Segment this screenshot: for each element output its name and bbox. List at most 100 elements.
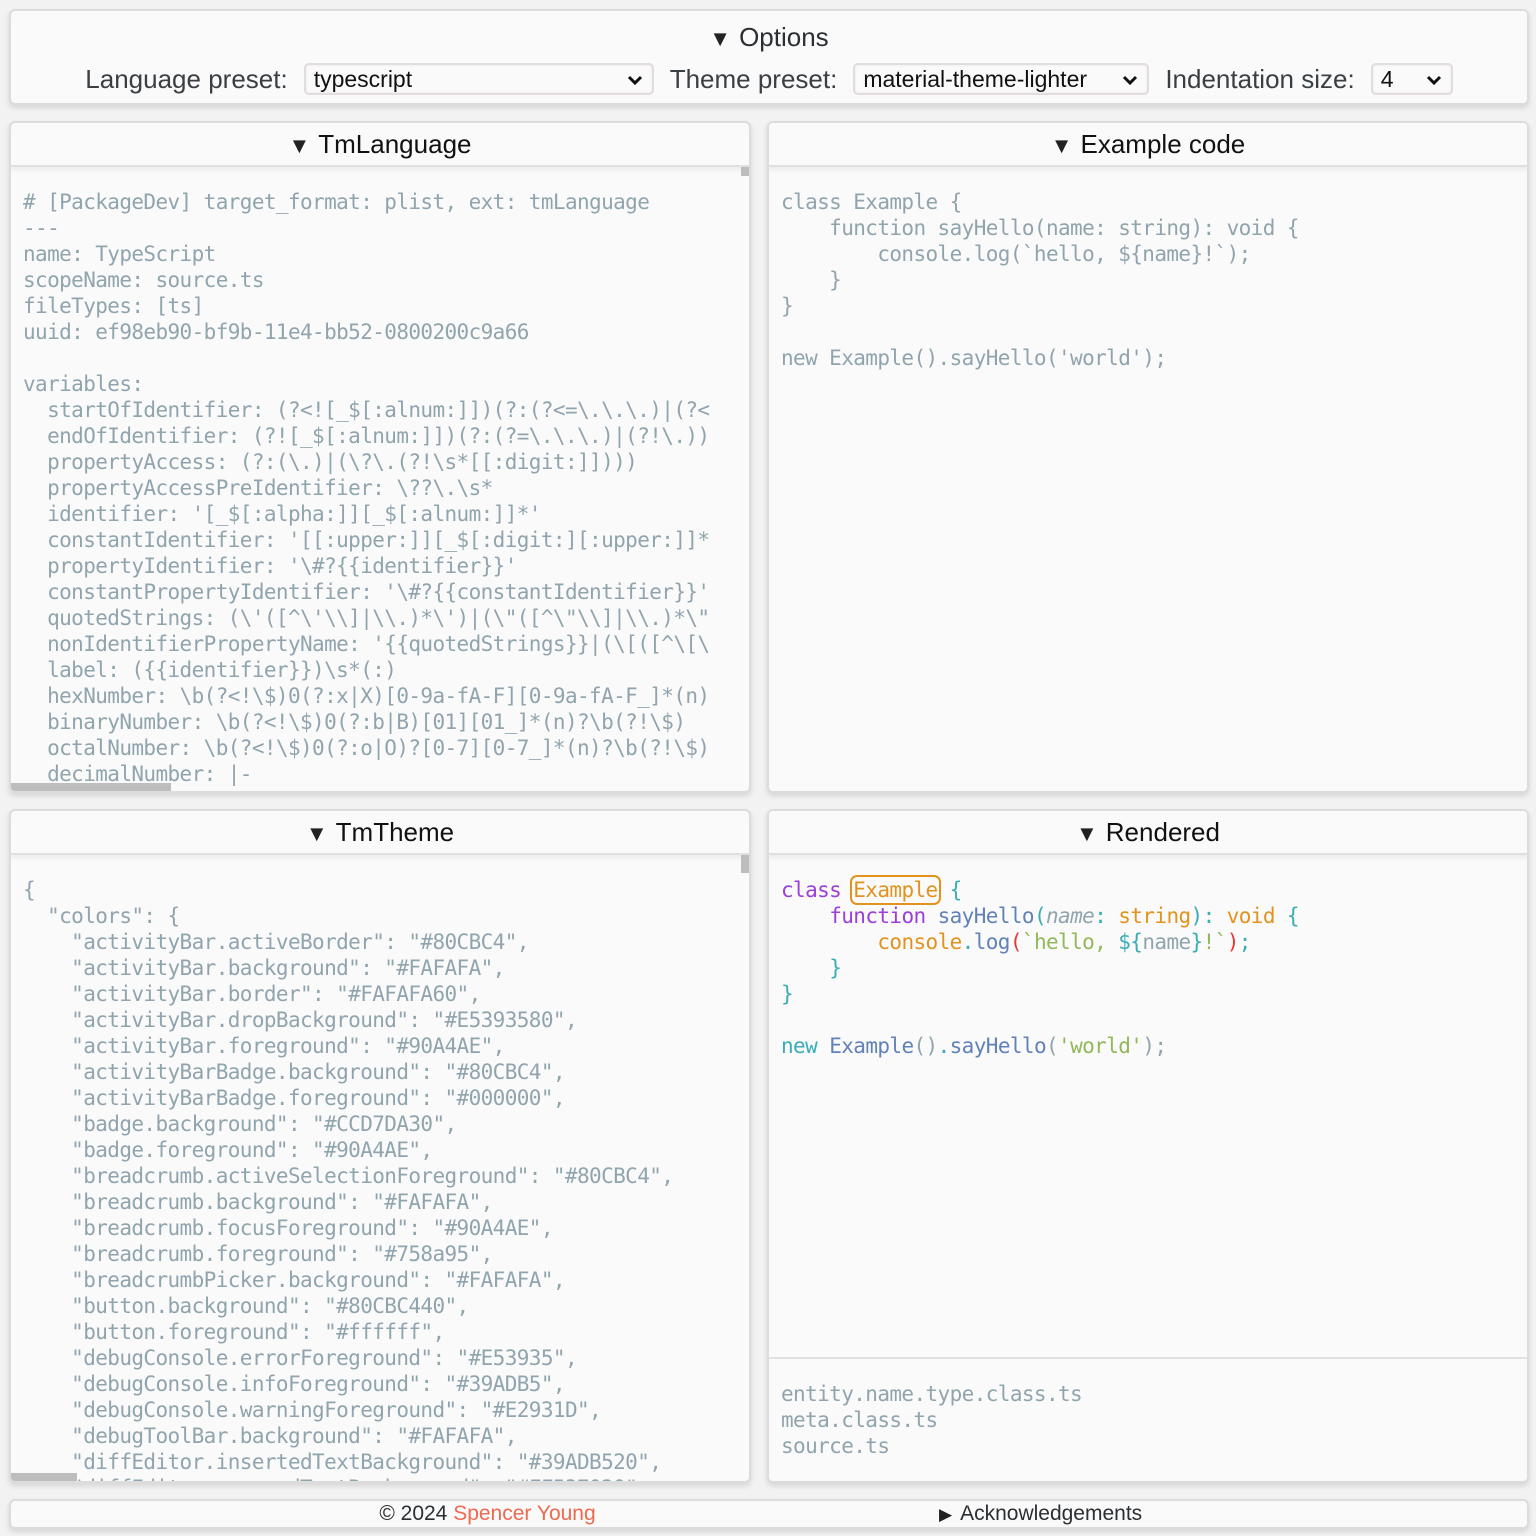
scope-item: entity.name.type.class.ts bbox=[781, 1382, 1083, 1406]
token[interactable]: ); bbox=[1142, 1034, 1167, 1058]
token[interactable]: function bbox=[829, 904, 926, 928]
code-line: variables: bbox=[23, 372, 144, 396]
tmtheme-code[interactable]: { "colors": { "activityBar.activeBorder"… bbox=[11, 855, 749, 1481]
code-line: constantIdentifier: '[[:upper:]][_$[:dig… bbox=[47, 528, 710, 552]
token[interactable]: ): bbox=[1191, 904, 1216, 928]
code-line: { bbox=[23, 878, 36, 902]
chevron-down-icon bbox=[627, 75, 642, 86]
horizontal-scrollbar[interactable] bbox=[11, 783, 171, 791]
token[interactable]: ( bbox=[1046, 1034, 1059, 1058]
token[interactable]: } bbox=[781, 982, 794, 1006]
rendered-toggle[interactable]: ▼ Rendered bbox=[769, 814, 1527, 852]
token[interactable]: . bbox=[938, 1034, 951, 1058]
acknowledgements-label: Acknowledgements bbox=[960, 1502, 1143, 1525]
tmlanguage-editor[interactable]: # [PackageDev] target_format: plist, ext… bbox=[11, 167, 749, 791]
token[interactable]: name bbox=[1142, 930, 1191, 954]
code-line: "colors": { bbox=[47, 904, 180, 928]
tmlanguage-title: TmLanguage bbox=[318, 129, 472, 159]
language-preset-label: Language preset: bbox=[85, 63, 288, 94]
code-line: "activityBar.dropBackground": "#E5393580… bbox=[71, 1008, 577, 1032]
vertical-scrollbar[interactable] bbox=[741, 855, 749, 873]
code-line: "breadcrumb.activeSelectionForeground": … bbox=[71, 1164, 674, 1188]
vertical-scrollbar[interactable] bbox=[741, 167, 749, 176]
code-line: propertyIdentifier: '\#?{{identifier}}' bbox=[47, 554, 517, 578]
token[interactable]: } bbox=[1191, 930, 1204, 954]
footer: © 2024 Spencer Young ▶ Acknowledgements bbox=[9, 1499, 1529, 1529]
code-line: "breadcrumb.foreground": "#758a95", bbox=[71, 1242, 493, 1266]
tmtheme-header: ▼ TmTheme bbox=[11, 811, 749, 855]
indentation-size-select[interactable]: 4 bbox=[1370, 63, 1453, 95]
token[interactable]: } bbox=[829, 956, 842, 980]
code-line: endOfIdentifier: (?![_$[:alnum:]])(?:(?=… bbox=[47, 424, 710, 448]
token[interactable]: ( bbox=[1010, 930, 1023, 954]
chevron-down-icon bbox=[1426, 75, 1441, 86]
language-preset-value: typescript bbox=[313, 66, 413, 92]
token[interactable]: sayHello bbox=[938, 904, 1035, 928]
example-code-toggle[interactable]: ▼ Example code bbox=[769, 126, 1527, 164]
token[interactable]: () bbox=[914, 1034, 939, 1058]
code-line: scopeName: source.ts bbox=[23, 268, 264, 292]
tmlanguage-toggle[interactable]: ▼ TmLanguage bbox=[11, 126, 749, 164]
token[interactable]: console bbox=[877, 930, 962, 954]
options-toggle[interactable]: ▼ Options bbox=[11, 19, 1527, 57]
theme-preset-label: Theme preset: bbox=[669, 63, 838, 94]
token[interactable]: !` bbox=[1203, 930, 1228, 954]
rendered-code[interactable]: class Example { function sayHello(name: … bbox=[769, 855, 1527, 1059]
code-line: quotedStrings: (\'([^\'\\]|\\.)*\')|(\"(… bbox=[47, 606, 710, 630]
copyright-text: © 2024 bbox=[379, 1502, 454, 1525]
code-line: constantPropertyIdentifier: '\#?{{consta… bbox=[47, 580, 710, 604]
collapsed-triangle-icon: ▶ bbox=[939, 1505, 953, 1524]
code-line: "activityBar.activeBorder": "#80CBC4", bbox=[71, 930, 529, 954]
token[interactable]: void bbox=[1227, 904, 1276, 928]
scope-list: entity.name.type.class.ts meta.class.ts … bbox=[769, 1359, 1527, 1459]
tmtheme-editor[interactable]: { "colors": { "activityBar.activeBorder"… bbox=[11, 855, 749, 1481]
token[interactable]: 'world' bbox=[1058, 1034, 1143, 1058]
code-line: "activityBarBadge.background": "#80CBC4"… bbox=[71, 1060, 565, 1084]
code-line: "activityBar.border": "#FAFAFA60", bbox=[71, 982, 481, 1006]
token[interactable]: class bbox=[781, 878, 842, 902]
token[interactable]: sayHello bbox=[950, 1034, 1047, 1058]
token[interactable]: `hello, bbox=[1022, 930, 1118, 954]
acknowledgements-toggle[interactable]: ▶ Acknowledgements bbox=[769, 1502, 1527, 1526]
rendered-title: Rendered bbox=[1105, 817, 1220, 847]
code-line: label: ({{identifier}})\s*(:) bbox=[47, 658, 397, 682]
code-line: } bbox=[781, 294, 794, 318]
token[interactable]: string bbox=[1118, 904, 1191, 928]
token[interactable]: ( bbox=[1034, 904, 1047, 928]
token[interactable]: ) bbox=[1227, 930, 1240, 954]
example-code-text[interactable]: class Example { function sayHello(name: … bbox=[769, 167, 1527, 371]
token[interactable]: { bbox=[950, 878, 963, 902]
expanded-triangle-icon: ▼ bbox=[709, 26, 732, 51]
tmlanguage-code[interactable]: # [PackageDev] target_format: plist, ext… bbox=[11, 167, 749, 791]
code-line: } bbox=[829, 268, 842, 292]
code-line: octalNumber: \b(?<!\$)0(?:o|O)?[0-7][0-7… bbox=[47, 736, 710, 760]
code-line: console.log(`hello, ${name}!`); bbox=[877, 242, 1251, 266]
code-line: startOfIdentifier: (?<![_$[:alnum:]])(?:… bbox=[47, 398, 710, 422]
author-link[interactable]: Spencer Young bbox=[453, 1502, 595, 1525]
code-line: "button.foreground": "#ffffff", bbox=[71, 1320, 445, 1344]
token[interactable]: Example bbox=[829, 1034, 914, 1058]
code-line: "debugConsole.infoForeground": "#39ADB5"… bbox=[71, 1372, 565, 1396]
theme-preset-select[interactable]: material-theme-lighter bbox=[853, 63, 1150, 95]
tmtheme-panel: ▼ TmTheme { "colors": { "activityBar.acti… bbox=[9, 809, 751, 1483]
code-line: new Example().sayHello('world'); bbox=[781, 346, 1167, 370]
rendered-header: ▼ Rendered bbox=[769, 811, 1527, 855]
token[interactable]: new bbox=[781, 1034, 818, 1058]
token[interactable]: ${ bbox=[1118, 930, 1143, 954]
token[interactable]: : bbox=[1094, 904, 1107, 928]
options-row: Language preset: typescript Theme preset… bbox=[11, 63, 1527, 95]
example-code-title: Example code bbox=[1080, 129, 1246, 159]
example-code-editor[interactable]: class Example { function sayHello(name: … bbox=[769, 167, 1527, 791]
token[interactable]: ; bbox=[1239, 930, 1252, 954]
code-line: "activityBarBadge.foreground": "#000000"… bbox=[71, 1086, 565, 1110]
language-preset-select[interactable]: typescript bbox=[303, 63, 654, 95]
token-highlighted[interactable]: Example bbox=[850, 875, 941, 905]
code-line: "breadcrumbPicker.background": "#FAFAFA"… bbox=[71, 1268, 565, 1292]
token[interactable]: { bbox=[1287, 904, 1300, 928]
tmtheme-toggle[interactable]: ▼ TmTheme bbox=[11, 814, 749, 852]
example-code-header: ▼ Example code bbox=[769, 123, 1527, 167]
token[interactable]: name bbox=[1046, 904, 1095, 928]
token[interactable]: . bbox=[962, 930, 975, 954]
horizontal-scrollbar[interactable] bbox=[11, 1473, 77, 1481]
token[interactable]: log bbox=[974, 930, 1011, 954]
